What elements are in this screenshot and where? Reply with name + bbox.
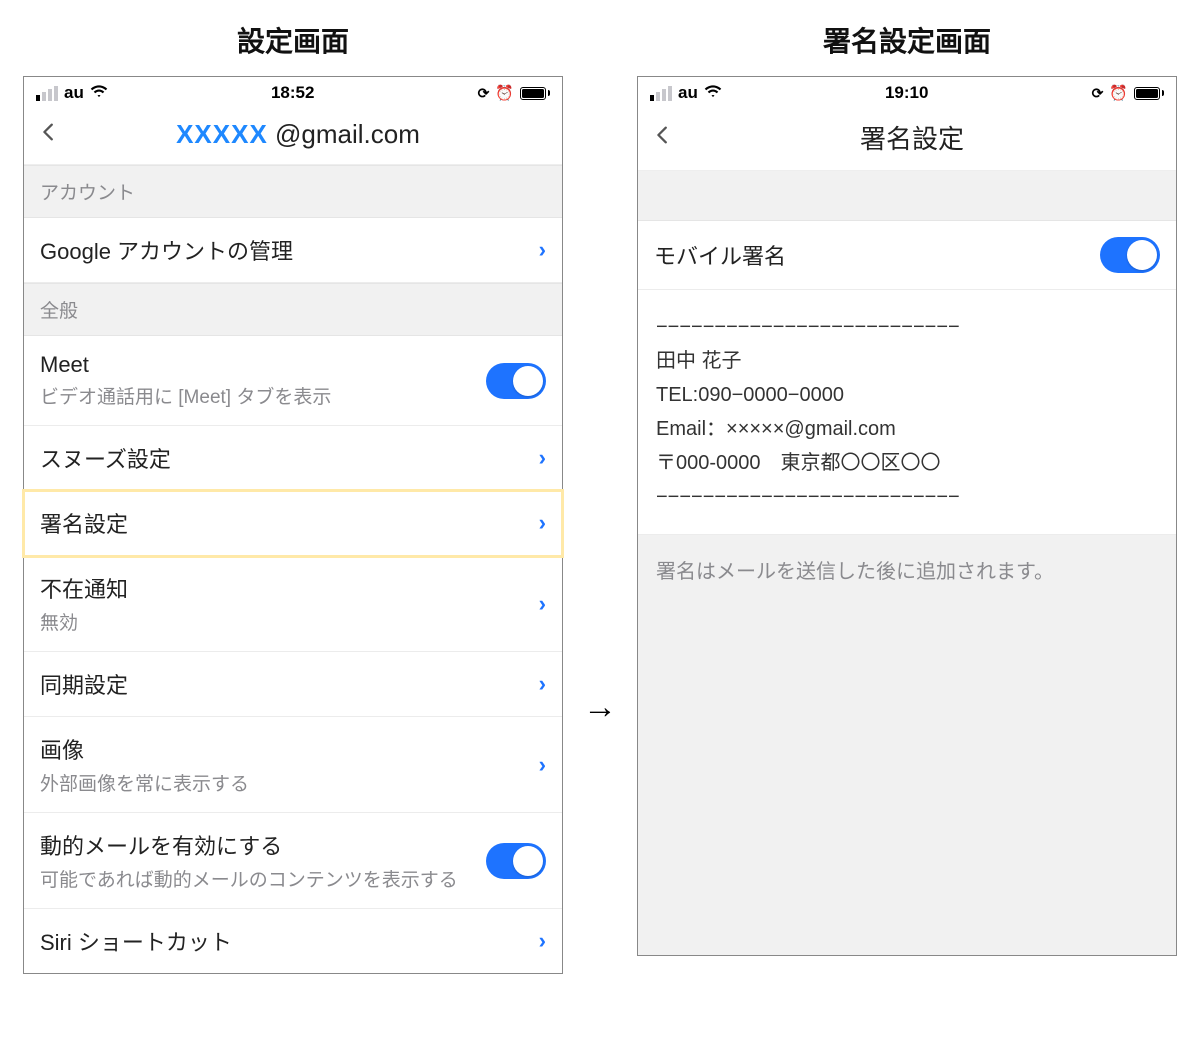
battery-icon	[520, 87, 550, 100]
signature-text-area[interactable]: −−−−−−−−−−−−−−−−−−−−−−−−−− 田中 花子 TEL:090…	[638, 290, 1176, 535]
row-mobile-signature[interactable]: モバイル署名	[638, 221, 1176, 290]
signature-line: TEL:090−0000−0000	[656, 378, 1158, 412]
chevron-right-icon: ›	[539, 591, 546, 617]
nav-title-domain: @gmail.com	[268, 119, 420, 149]
chevron-right-icon: ›	[539, 671, 546, 697]
row-label: Siri ショートカット	[40, 925, 527, 957]
battery-icon	[1134, 87, 1164, 100]
status-time: 18:52	[108, 83, 478, 103]
row-label: 同期設定	[40, 668, 527, 700]
row-snooze[interactable]: スヌーズ設定 ›	[24, 426, 562, 491]
row-label: 動的メールを有効にする	[40, 829, 474, 861]
row-label: 画像	[40, 733, 527, 765]
alarm-icon: ⏰	[495, 84, 514, 102]
section-header-general: 全般	[24, 283, 562, 336]
signal-icon	[650, 86, 672, 101]
row-sublabel: ビデオ通話用に [Meet] タブを表示	[40, 382, 474, 409]
row-label: 不在通知	[40, 572, 527, 604]
wifi-icon	[704, 83, 722, 103]
nav-title-masked: XXXXX	[176, 119, 268, 149]
carrier-label: au	[678, 83, 698, 103]
signature-line: 〒000-0000 東京都〇〇区〇〇	[656, 446, 1158, 480]
row-label: スヌーズ設定	[40, 442, 527, 474]
row-label: Google アカウントの管理	[40, 234, 527, 266]
meet-toggle[interactable]	[486, 363, 546, 399]
status-bar: au 18:52 ⟳ ⏰	[24, 77, 562, 109]
alarm-icon: ⏰	[1109, 84, 1128, 102]
arrow-between-screens: →	[583, 688, 617, 727]
rotation-lock-icon: ⟳	[478, 85, 490, 102]
nav-bar: XXXXX @gmail.com	[24, 109, 562, 165]
row-out-of-office[interactable]: 不在通知 無効 ›	[24, 556, 562, 652]
carrier-label: au	[64, 83, 84, 103]
back-button[interactable]	[652, 124, 676, 151]
chevron-right-icon: ›	[539, 928, 546, 954]
row-meet[interactable]: Meet ビデオ通話用に [Meet] タブを表示	[24, 336, 562, 426]
row-label: Meet	[40, 352, 474, 378]
signature-line: −−−−−−−−−−−−−−−−−−−−−−−−−−	[656, 480, 1158, 514]
row-sync-settings[interactable]: 同期設定 ›	[24, 652, 562, 717]
nav-bar: 署名設定	[638, 109, 1176, 171]
row-sublabel: 可能であれば動的メールのコンテンツを表示する	[40, 865, 474, 892]
status-time: 19:10	[722, 83, 1092, 103]
signature-screen-column: 署名設定画面 au 19:10 ⟳ ⏰ 署名設定	[637, 20, 1177, 956]
spacer	[638, 171, 1176, 221]
phone-left: au 18:52 ⟳ ⏰ XXXXX @gmail.com アカウント Goog…	[23, 76, 563, 974]
rotation-lock-icon: ⟳	[1092, 85, 1104, 102]
signature-line: 田中 花子	[656, 344, 1158, 378]
row-images[interactable]: 画像 外部画像を常に表示する ›	[24, 717, 562, 813]
chevron-right-icon: ›	[539, 510, 546, 536]
signature-line: −−−−−−−−−−−−−−−−−−−−−−−−−−	[656, 310, 1158, 344]
signature-line: Email：×××××@gmail.com	[656, 412, 1158, 446]
row-sublabel: 無効	[40, 608, 527, 635]
row-dynamic-mail[interactable]: 動的メールを有効にする 可能であれば動的メールのコンテンツを表示する	[24, 813, 562, 909]
chevron-right-icon: ›	[539, 237, 546, 263]
column-title-left: 設定画面	[237, 20, 349, 60]
nav-title: 署名設定	[686, 119, 1162, 156]
status-bar: au 19:10 ⟳ ⏰	[638, 77, 1176, 109]
row-signature-settings[interactable]: 署名設定 ›	[24, 491, 562, 556]
row-label: モバイル署名	[654, 239, 1088, 271]
row-manage-google-account[interactable]: Google アカウントの管理 ›	[24, 218, 562, 283]
row-sublabel: 外部画像を常に表示する	[40, 769, 527, 796]
back-button[interactable]	[38, 121, 62, 148]
column-title-right: 署名設定画面	[823, 20, 991, 60]
wifi-icon	[90, 83, 108, 103]
dynamic-mail-toggle[interactable]	[486, 843, 546, 879]
row-label: 署名設定	[40, 507, 527, 539]
section-header-account: アカウント	[24, 165, 562, 218]
chevron-right-icon: ›	[539, 445, 546, 471]
signal-icon	[36, 86, 58, 101]
chevron-right-icon: ›	[539, 752, 546, 778]
mobile-signature-toggle[interactable]	[1100, 237, 1160, 273]
row-siri-shortcuts[interactable]: Siri ショートカット ›	[24, 909, 562, 973]
signature-footer-note: 署名はメールを送信した後に追加されます。	[638, 535, 1176, 955]
settings-screen-column: 設定画面 au 18:52 ⟳ ⏰ XXXXX @gmail.com	[23, 20, 563, 974]
phone-right: au 19:10 ⟳ ⏰ 署名設定 モバイル署名 −−−−−−−	[637, 76, 1177, 956]
nav-title: XXXXX @gmail.com	[72, 119, 548, 150]
